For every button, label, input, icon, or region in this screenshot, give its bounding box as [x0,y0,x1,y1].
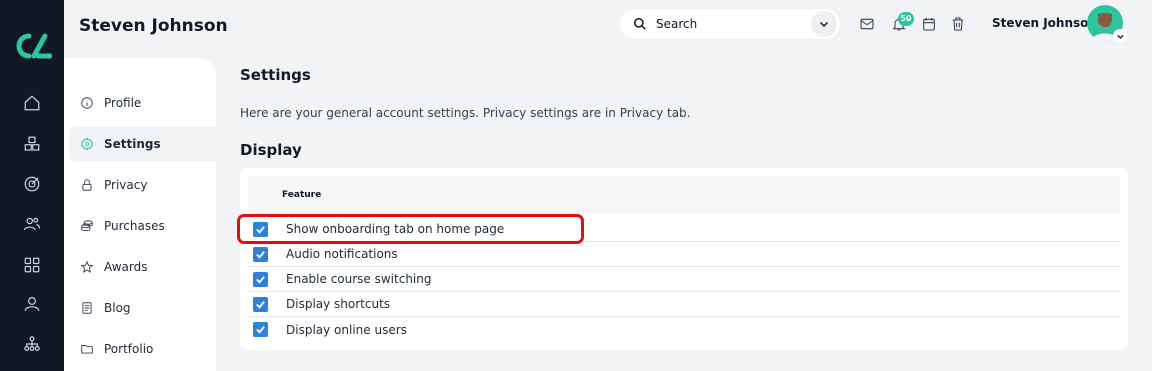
check-icon [256,250,265,259]
star-icon [80,260,94,273]
app-logo[interactable] [12,32,52,60]
feature-label: Display online users [286,322,407,337]
user-name[interactable]: Steven Johnson [992,16,1097,30]
nav-item-settings[interactable]: Settings [69,127,216,161]
document-icon [82,302,92,314]
user-icon[interactable] [20,292,44,316]
target-icon[interactable] [20,172,44,196]
feature-checkbox[interactable] [253,221,268,237]
nav-item-label: Awards [104,260,148,274]
nav-item-privacy[interactable]: Privacy [69,168,216,202]
app-rail [0,0,64,371]
feature-label: Enable course switching [286,272,432,286]
nav-item-purchases[interactable]: Purchases [69,209,216,243]
feature-checkbox[interactable] [253,246,268,262]
table-row: Display online users [248,317,1120,342]
home-icon[interactable] [20,91,44,115]
folder-icon [81,345,93,354]
chevron-down-icon [819,21,829,28]
trash-icon[interactable] [950,16,966,32]
hierarchy-icon[interactable] [20,332,44,356]
nav-item-label: Purchases [104,219,165,233]
page-title: Settings [240,66,311,84]
table-row: Show onboarding tab on home page [248,217,1120,242]
lock-icon [82,179,92,191]
search-bar[interactable]: Search [620,9,840,39]
check-icon [256,326,265,334]
check-icon [256,225,265,234]
page-description: Here are your general account settings. … [240,106,691,120]
section-title: Display [240,141,302,159]
chevron-down-icon [1116,34,1124,39]
nav-item-label: Privacy [104,178,148,192]
search-input[interactable]: Search [656,17,811,31]
users-icon[interactable] [20,212,44,236]
grid-icon[interactable] [20,253,44,277]
table-header: Feature [248,176,1120,214]
feature-label: Show onboarding tab on home page [286,222,505,236]
coins-icon [81,220,93,232]
check-icon [256,300,265,309]
nav-item-profile[interactable]: Profile [69,86,216,120]
feature-checkbox[interactable] [253,296,268,312]
account-menu-button[interactable] [1113,29,1127,43]
mail-icon[interactable] [859,16,875,32]
column-header-feature: Feature [282,190,322,200]
feature-checkbox[interactable] [253,271,268,287]
table-row: Audio notifications [248,242,1120,267]
feature-label: Audio notifications [286,247,398,261]
nav-item-blog[interactable]: Blog [69,291,216,325]
feature-checkbox[interactable] [253,322,268,337]
table-row: Enable course switching [248,267,1120,292]
search-icon [633,17,646,30]
top-header: Steven Johnson Search 50 Steven Johnson [64,0,1152,58]
calendar-icon[interactable] [921,16,937,32]
info-icon [81,97,93,109]
nav-item-portfolio[interactable]: Portfolio [69,332,216,366]
cubes-icon[interactable] [20,132,44,156]
nav-item-label: Profile [104,96,142,110]
nav-item-label: Portfolio [104,342,154,356]
check-icon [256,275,265,284]
settings-nav: Profile Settings Privacy Purchases Award… [64,58,216,371]
feature-label: Display shortcuts [286,297,391,311]
gear-icon [80,137,94,151]
header-title: Steven Johnson [79,16,228,36]
display-settings-panel: Feature Show onboarding tab on home page… [240,168,1128,350]
table-row: Display shortcuts [248,292,1120,317]
notification-badge: 50 [898,12,914,26]
nav-item-awards[interactable]: Awards [69,250,216,284]
search-dropdown-button[interactable] [811,11,837,37]
nav-item-label: Settings [104,137,161,151]
nav-item-label: Blog [104,301,131,315]
